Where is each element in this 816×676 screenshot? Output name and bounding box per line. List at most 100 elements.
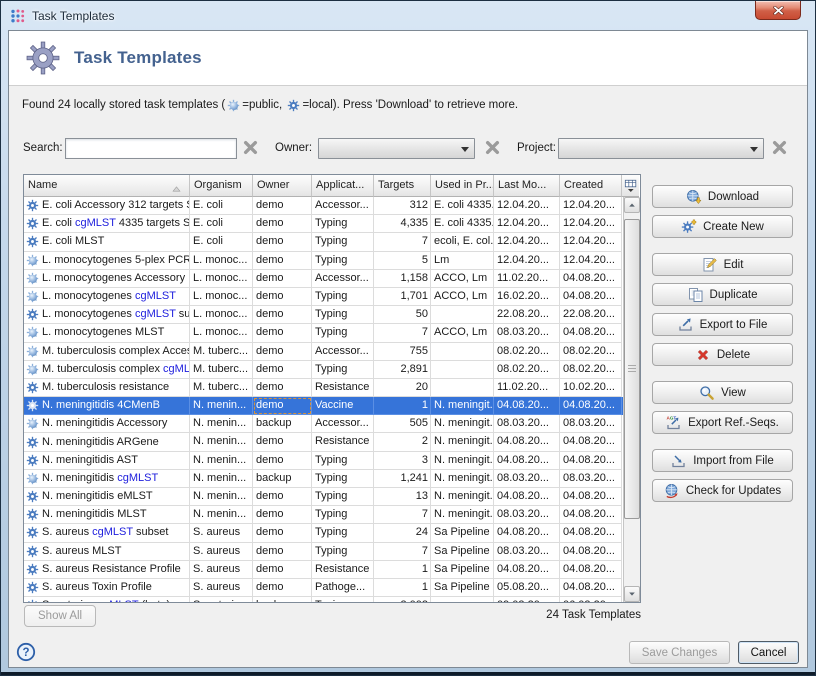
cell-created: 08.02.20...	[560, 361, 622, 379]
dialog-content: Task Templates Found 24 locally stored t…	[8, 30, 808, 668]
cell-last_modified: 12.04.20...	[494, 215, 560, 233]
cell-owner: demo	[253, 579, 312, 597]
app-icon	[10, 8, 26, 24]
scroll-up-button[interactable]	[624, 197, 640, 213]
template-name: S. aureus Resistance Profile	[42, 561, 181, 578]
cell-created: 04.08.20...	[560, 506, 622, 524]
column-header-created[interactable]: Created	[560, 175, 622, 197]
title-bar[interactable]: Task Templates	[1, 1, 815, 30]
table-row[interactable]: S. aureus Toxin ProfileS. aureusdemoPath…	[24, 579, 623, 597]
cell-last_modified: 08.03.20...	[494, 470, 560, 488]
table-row[interactable]: N. meningitidis 4CMenBN. menin...demoVac…	[24, 397, 623, 415]
table-row[interactable]: S. aureus MLSTS. aureusdemoTyping7Sa Pip…	[24, 543, 623, 561]
cell-targets: 1,701	[374, 288, 431, 306]
page-title: Task Templates	[74, 48, 202, 68]
table-row[interactable]: L. monocytogenes MLSTL. monoc...demoTypi…	[24, 324, 623, 342]
chevron-down-icon	[461, 147, 469, 152]
cancel-button[interactable]: Cancel	[738, 641, 799, 664]
cell-used_in: N. meningit...	[431, 470, 494, 488]
cell-created: 04.08.20...	[560, 579, 622, 597]
gear-globe-icon	[26, 472, 39, 485]
cell-application: Pathoge...	[312, 579, 374, 597]
close-button[interactable]	[755, 1, 801, 20]
magnifier-icon	[699, 385, 715, 401]
column-header-last_modified[interactable]: Last Mo...	[494, 175, 560, 197]
table-row[interactable]: N. meningitidis AccessoryN. menin...back…	[24, 415, 623, 433]
cell-last_modified: 08.02.20...	[494, 343, 560, 361]
cell-used_in: ACCO, Lm	[431, 270, 494, 288]
table-row[interactable]: L. monocytogenes AccessoryL. monoc...dem…	[24, 270, 623, 288]
task-templates-dialog: Task Templates Task Templates Found 24	[0, 0, 816, 676]
table-row[interactable]: N. meningitidis eMLSTN. menin...demoTypi…	[24, 488, 623, 506]
vertical-scrollbar[interactable]	[623, 197, 640, 602]
info-part3: =local). Press 'Download' to retrieve mo…	[302, 99, 518, 111]
globe-download-icon	[686, 189, 702, 205]
table-row[interactable]: E. coli cgMLST 4335 targets SaE. colidem…	[24, 215, 623, 233]
column-header-used_in[interactable]: Used in Pr...	[431, 175, 494, 197]
column-header-owner[interactable]: Owner	[253, 175, 312, 197]
download-button[interactable]: Download	[652, 185, 793, 208]
table-row[interactable]: E. coli Accessory 312 targets SE. colide…	[24, 197, 623, 215]
cell-created: 04.08.20...	[560, 488, 622, 506]
cell-owner: demo	[253, 506, 312, 524]
cell-application: Typing	[312, 361, 374, 379]
check-for-updates-button[interactable]: Check for Updates	[652, 479, 793, 502]
button-group: Edit Duplicate Export to File Delete	[652, 253, 793, 366]
owner-combobox[interactable]	[318, 138, 475, 159]
template-name: L. monocytogenes cgMLST	[42, 288, 176, 305]
table-row[interactable]: N. meningitidis MLSTN. menin...demoTypin…	[24, 506, 623, 524]
clear-search-icon[interactable]	[243, 140, 259, 156]
cell-last_modified: 22.08.20...	[494, 306, 560, 324]
cell-application: Accessor...	[312, 270, 374, 288]
table-row[interactable]: S. aureus cgMLST subsetS. aureusdemoTypi…	[24, 524, 623, 542]
gear-icon	[26, 399, 39, 412]
gear-icon	[287, 99, 300, 112]
close-x-icon	[773, 6, 784, 15]
cell-last_modified: 12.04.20...	[494, 252, 560, 270]
duplicate-button[interactable]: Duplicate	[652, 283, 793, 306]
clear-project-icon[interactable]	[772, 140, 788, 156]
table-row[interactable]: N. meningitidis cgMLSTN. menin...backupT…	[24, 470, 623, 488]
svg-text:?: ?	[22, 647, 29, 659]
cell-used_in: Sa Pipeline	[431, 524, 494, 542]
scroll-down-button[interactable]	[624, 586, 640, 602]
table-row[interactable]: M. tuberculosis complex AccesM. tuberc..…	[24, 343, 623, 361]
view-button[interactable]: View	[652, 381, 793, 404]
table-row[interactable]: E. coli MLSTE. colidemoTyping7ecoli, E. …	[24, 233, 623, 251]
template-name: N. meningitidis AST	[42, 452, 138, 469]
cell-owner: demo	[253, 288, 312, 306]
export-ref-seqs-button[interactable]: AGTExport Ref.-Seqs.	[652, 411, 793, 434]
cell-organism: L. monoc...	[190, 324, 253, 342]
clear-owner-icon[interactable]	[485, 140, 501, 156]
table-row[interactable]: S. aureus Resistance ProfileS. aureusdem…	[24, 561, 623, 579]
cell-created: 12.04.20...	[560, 215, 622, 233]
search-input[interactable]	[65, 138, 237, 159]
table-row[interactable]: L. monocytogenes cgMLST subL. monoc...de…	[24, 306, 623, 324]
create-new-button[interactable]: Create New	[652, 215, 793, 238]
export-to-file-button[interactable]: Export to File	[652, 313, 793, 336]
help-button[interactable]: ?	[16, 642, 36, 662]
gear-icon	[25, 40, 61, 76]
table-row[interactable]: L. monocytogenes 5-plex PCRL. monoc...de…	[24, 252, 623, 270]
project-combobox[interactable]	[558, 138, 764, 159]
table-row[interactable]: N. meningitidis ASTN. menin...demoTyping…	[24, 452, 623, 470]
edit-button[interactable]: Edit	[652, 253, 793, 276]
column-header-name[interactable]: Name	[24, 175, 190, 197]
template-name: E. coli MLST	[42, 233, 104, 250]
column-header-application[interactable]: Applicat...	[312, 175, 374, 197]
delete-button[interactable]: Delete	[652, 343, 793, 366]
table-row[interactable]: S. enterica cgMLST (beta)S. entericaback…	[24, 597, 623, 602]
table-row[interactable]: N. meningitidis ARGeneN. menin...demoRes…	[24, 433, 623, 451]
cell-targets: 24	[374, 524, 431, 542]
cell-used_in	[431, 343, 494, 361]
column-header-targets[interactable]: Targets	[374, 175, 431, 197]
scrollbar-thumb[interactable]	[624, 219, 640, 519]
column-header-organism[interactable]: Organism	[190, 175, 253, 197]
button-label: Create New	[703, 221, 764, 233]
table-row[interactable]: L. monocytogenes cgMLSTL. monoc...demoTy…	[24, 288, 623, 306]
table-row[interactable]: M. tuberculosis complex cgMLSM. tuberc..…	[24, 361, 623, 379]
column-config-button[interactable]	[622, 175, 639, 197]
table-row[interactable]: M. tuberculosis resistanceM. tuberc...de…	[24, 379, 623, 397]
import-from-file-button[interactable]: Import from File	[652, 449, 793, 472]
button-label: Download	[708, 191, 759, 203]
